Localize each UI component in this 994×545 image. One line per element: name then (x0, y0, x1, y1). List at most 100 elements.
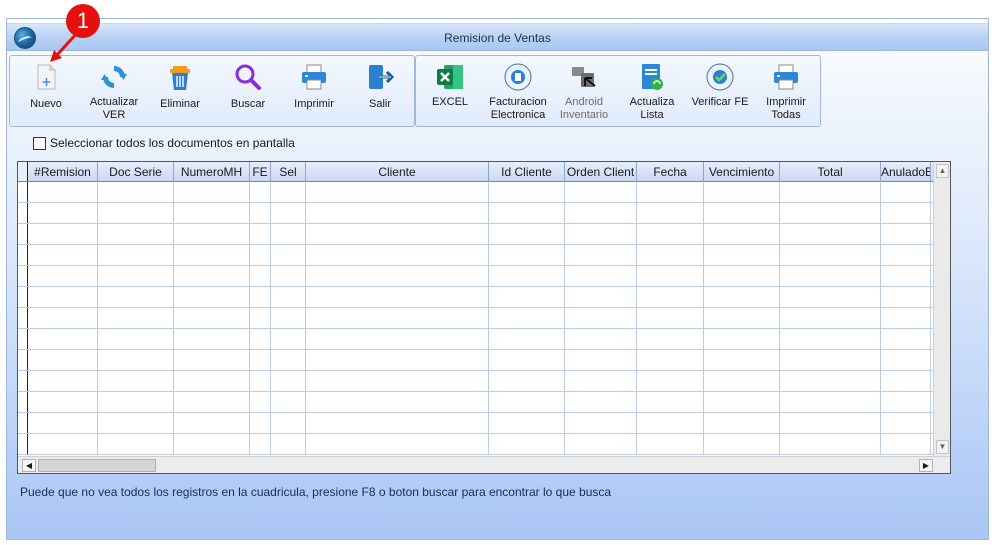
table-cell[interactable] (250, 224, 271, 244)
table-cell[interactable] (98, 434, 174, 454)
table-cell[interactable] (271, 413, 306, 433)
table-cell[interactable] (704, 350, 780, 370)
table-cell[interactable] (704, 371, 780, 391)
col-header-total[interactable]: Total (780, 162, 881, 182)
table-cell[interactable] (881, 308, 931, 328)
table-cell[interactable] (98, 308, 174, 328)
verificar-fe-button[interactable]: Verificar FE (688, 60, 752, 124)
table-cell[interactable] (306, 287, 489, 307)
salir-button[interactable]: Salir (348, 60, 412, 124)
table-cell[interactable] (98, 329, 174, 349)
table-cell[interactable] (565, 371, 637, 391)
table-cell[interactable] (271, 371, 306, 391)
table-cell[interactable] (489, 308, 565, 328)
table-cell[interactable] (565, 245, 637, 265)
table-cell[interactable] (637, 371, 704, 391)
table-cell[interactable] (881, 434, 931, 454)
table-cell[interactable] (306, 371, 489, 391)
table-row[interactable] (18, 182, 933, 203)
table-row[interactable] (18, 287, 933, 308)
table-cell[interactable] (780, 392, 881, 412)
table-cell[interactable] (637, 203, 704, 223)
table-row[interactable] (18, 329, 933, 350)
table-cell[interactable] (704, 287, 780, 307)
actualizar-ver-button[interactable]: Actualizar VER (82, 60, 146, 124)
table-cell[interactable] (881, 371, 931, 391)
table-cell[interactable] (780, 434, 881, 454)
table-cell[interactable] (98, 371, 174, 391)
scroll-up-arrow-icon[interactable]: ▲ (936, 164, 949, 178)
table-cell[interactable] (565, 224, 637, 244)
table-cell[interactable] (174, 329, 250, 349)
table-cell[interactable] (881, 203, 931, 223)
table-cell[interactable] (271, 245, 306, 265)
table-cell[interactable] (704, 203, 780, 223)
scroll-right-arrow-icon[interactable]: ▶ (919, 459, 933, 472)
select-all-row[interactable]: Seleccionar todos los documentos en pant… (33, 135, 295, 151)
table-cell[interactable] (881, 413, 931, 433)
table-cell[interactable] (28, 392, 98, 412)
col-header-cliente[interactable]: Cliente (306, 162, 489, 182)
table-cell[interactable] (271, 392, 306, 412)
table-cell[interactable] (881, 224, 931, 244)
table-row[interactable] (18, 245, 933, 266)
table-cell[interactable] (306, 434, 489, 454)
table-cell[interactable] (28, 182, 98, 202)
table-cell[interactable] (174, 287, 250, 307)
table-cell[interactable] (881, 350, 931, 370)
col-header-anulado[interactable]: AnuladoE (881, 162, 931, 182)
buscar-button[interactable]: Buscar (216, 60, 280, 124)
table-cell[interactable] (306, 329, 489, 349)
table-cell[interactable] (489, 224, 565, 244)
row-indicator[interactable] (18, 266, 28, 286)
row-indicator[interactable] (18, 350, 28, 370)
table-cell[interactable] (250, 413, 271, 433)
table-cell[interactable] (306, 392, 489, 412)
table-cell[interactable] (250, 287, 271, 307)
table-cell[interactable] (637, 182, 704, 202)
table-cell[interactable] (271, 350, 306, 370)
table-cell[interactable] (881, 266, 931, 286)
row-indicator[interactable] (18, 203, 28, 223)
table-cell[interactable] (565, 266, 637, 286)
table-cell[interactable] (489, 287, 565, 307)
table-cell[interactable] (28, 350, 98, 370)
vertical-scrollbar[interactable]: ▲ ▼ (933, 162, 950, 456)
table-cell[interactable] (565, 287, 637, 307)
table-cell[interactable] (565, 329, 637, 349)
table-cell[interactable] (28, 434, 98, 454)
table-cell[interactable] (250, 392, 271, 412)
table-cell[interactable] (28, 203, 98, 223)
table-cell[interactable] (780, 413, 881, 433)
table-cell[interactable] (98, 182, 174, 202)
table-cell[interactable] (174, 203, 250, 223)
imprimir-button[interactable]: Imprimir (282, 60, 346, 124)
table-cell[interactable] (780, 245, 881, 265)
col-header-doc-serie[interactable]: Doc Serie (98, 162, 174, 182)
table-cell[interactable] (271, 287, 306, 307)
col-header-fecha[interactable]: Fecha (637, 162, 704, 182)
table-row[interactable] (18, 224, 933, 245)
row-indicator[interactable] (18, 182, 28, 202)
table-cell[interactable] (250, 182, 271, 202)
table-row[interactable] (18, 350, 933, 371)
table-cell[interactable] (174, 266, 250, 286)
table-cell[interactable] (271, 308, 306, 328)
table-row[interactable] (18, 392, 933, 413)
table-cell[interactable] (704, 224, 780, 244)
table-cell[interactable] (704, 266, 780, 286)
table-cell[interactable] (98, 392, 174, 412)
table-cell[interactable] (565, 203, 637, 223)
table-cell[interactable] (637, 350, 704, 370)
table-cell[interactable] (271, 266, 306, 286)
table-cell[interactable] (637, 287, 704, 307)
table-cell[interactable] (174, 350, 250, 370)
table-cell[interactable] (780, 224, 881, 244)
table-cell[interactable] (271, 203, 306, 223)
table-cell[interactable] (565, 350, 637, 370)
table-cell[interactable] (250, 266, 271, 286)
table-cell[interactable] (704, 308, 780, 328)
col-header-remision[interactable]: #Remision (28, 162, 98, 182)
col-header-fe[interactable]: FE (250, 162, 271, 182)
table-cell[interactable] (28, 413, 98, 433)
